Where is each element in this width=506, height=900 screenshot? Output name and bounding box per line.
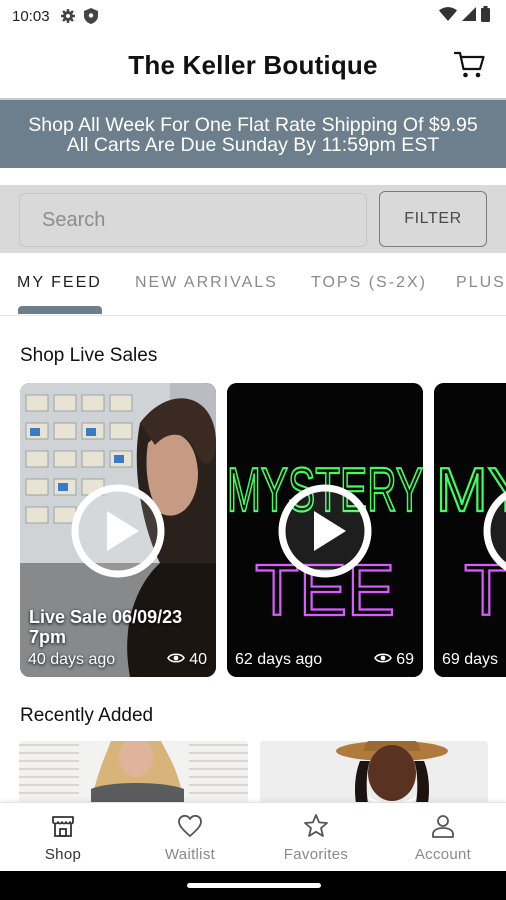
play-icon bbox=[278, 484, 372, 578]
search-input[interactable]: Search bbox=[19, 193, 367, 247]
shield-icon bbox=[83, 8, 98, 24]
star-icon bbox=[304, 814, 328, 837]
live-sale-thumbnail: MYS T bbox=[434, 383, 506, 677]
banner-line-1: Shop All Week For One Flat Rate Shipping… bbox=[28, 114, 478, 136]
eye-icon bbox=[374, 651, 393, 669]
nav-label: Shop bbox=[44, 846, 82, 863]
home-gesture-handle[interactable] bbox=[187, 883, 321, 888]
live-sale-card[interactable]: MYSTERY TEE 62 days ago 69 bbox=[227, 383, 423, 677]
nav-shop[interactable]: Shop bbox=[0, 803, 126, 872]
shop-icon bbox=[52, 816, 74, 837]
live-sale-card[interactable]: MYS T 69 days bbox=[434, 383, 506, 677]
play-icon bbox=[71, 484, 165, 578]
product-card[interactable] bbox=[19, 741, 248, 803]
bottom-nav: Shop Waitlist Favorites Account bbox=[0, 802, 506, 871]
wifi-icon bbox=[439, 7, 457, 25]
view-count: 40 bbox=[167, 651, 207, 669]
filter-button[interactable]: FILTER bbox=[379, 191, 487, 247]
heart-icon bbox=[178, 814, 202, 837]
battery-icon bbox=[481, 6, 490, 26]
live-sale-card[interactable]: Live Sale 06/09/23 7pm 40 days ago 40 bbox=[20, 383, 216, 677]
tab-plus[interactable]: PLUS bbox=[456, 274, 506, 292]
shipping-banner: Shop All Week For One Flat Rate Shipping… bbox=[0, 98, 506, 168]
live-sale-age: 40 days ago bbox=[28, 651, 116, 668]
product-image bbox=[260, 741, 488, 803]
recently-added-heading: Recently Added bbox=[20, 705, 154, 726]
status-bar: 10:03 bbox=[0, 0, 506, 32]
status-time: 10:03 bbox=[12, 7, 50, 25]
tab-my-feed[interactable]: MY FEED bbox=[17, 274, 102, 292]
product-card[interactable] bbox=[260, 741, 488, 803]
tab-tops[interactable]: TOPS (S-2X) bbox=[311, 274, 427, 292]
eye-icon bbox=[167, 651, 186, 669]
person-icon bbox=[432, 815, 454, 838]
nav-account[interactable]: Account bbox=[380, 803, 506, 872]
nav-waitlist[interactable]: Waitlist bbox=[127, 803, 253, 872]
nav-label: Waitlist bbox=[164, 846, 216, 863]
nav-label: Account bbox=[414, 846, 472, 863]
nav-label: Favorites bbox=[283, 846, 349, 863]
tab-new-arrivals[interactable]: NEW ARRIVALS bbox=[135, 274, 278, 292]
nav-favorites[interactable]: Favorites bbox=[253, 803, 379, 872]
system-nav-bar bbox=[0, 871, 506, 900]
signal-icon bbox=[462, 7, 476, 25]
gear-icon bbox=[60, 8, 76, 24]
app-header: The Keller Boutique bbox=[0, 32, 506, 98]
cart-icon[interactable] bbox=[453, 50, 486, 80]
live-sale-title: Live Sale 06/09/23 7pm bbox=[29, 607, 183, 647]
store-title: The Keller Boutique bbox=[128, 49, 378, 80]
search-bar: Search FILTER bbox=[0, 185, 506, 253]
banner-line-2: All Carts Are Due Sunday By 11:59pm EST bbox=[66, 134, 440, 156]
view-count-value: 69 bbox=[396, 651, 414, 668]
live-sale-age: 69 days bbox=[442, 651, 499, 668]
view-count: 69 bbox=[374, 651, 414, 669]
view-count-value: 40 bbox=[189, 651, 207, 668]
product-image bbox=[19, 741, 248, 803]
live-sale-age: 62 days ago bbox=[235, 651, 323, 668]
live-sales-heading: Shop Live Sales bbox=[20, 345, 158, 366]
active-tab-indicator bbox=[18, 306, 102, 314]
